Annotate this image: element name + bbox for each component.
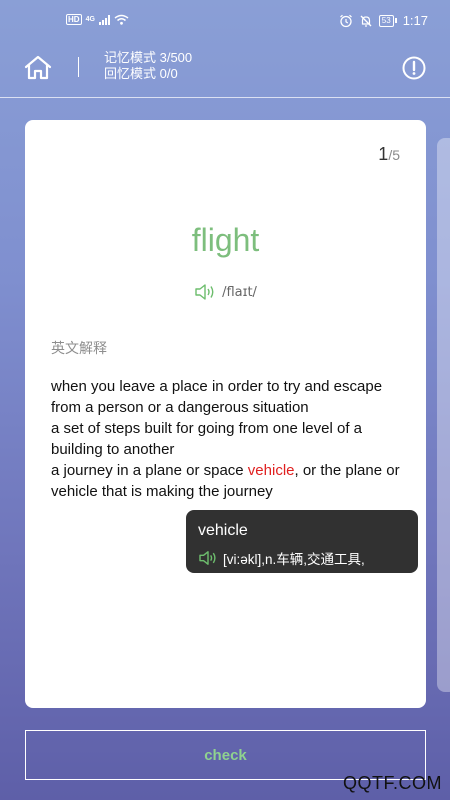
top-bar: 记忆模式 3/500 回忆模式 0/0 [0, 42, 450, 98]
headword: flight [191, 222, 260, 258]
counter-total: /5 [388, 147, 400, 163]
info-icon [402, 56, 426, 80]
highlighted-word[interactable]: vehicle [248, 462, 295, 479]
alarm-icon [339, 14, 352, 27]
popup-phonetic-meaning: [vi:əkl],n.车辆,交通工具, [223, 552, 365, 567]
home-icon [24, 55, 52, 80]
speaker-icon[interactable] [194, 283, 216, 301]
card-counter: 1/5 [378, 144, 400, 165]
info-button[interactable] [402, 56, 426, 80]
phonetic: /flaɪt/ [222, 284, 257, 300]
definition-1: when you leave a place in order to try a… [51, 378, 383, 416]
word-lookup-popup: vehicle [vi:əkl],n.车辆,交通工具, [186, 510, 418, 573]
pronunciation-row: /flaɪt/ [25, 283, 426, 301]
next-card-peek[interactable] [437, 138, 450, 692]
watermark: QQTF.COM [343, 773, 442, 793]
clock: 1:17 [402, 13, 428, 28]
status-indicators: HD 4G [66, 14, 129, 25]
home-button[interactable] [22, 54, 54, 82]
mode-progress: 记忆模式 3/500 回忆模式 0/0 [104, 50, 192, 82]
wifi-icon [114, 14, 129, 25]
battery-icon: 53 [378, 14, 397, 27]
definition-3: a journey in a plane or space vehicle, o… [51, 460, 406, 502]
status-bar: HD 4G 53 1:17 [0, 0, 450, 42]
popup-translation-row: [vi:əkl],n.车辆,交通工具, [198, 548, 365, 568]
check-button-label: check [204, 746, 247, 764]
definition-2: a set of steps built for going from one … [51, 420, 363, 458]
hd-icon: HD [66, 14, 82, 25]
signal-icon [98, 14, 110, 25]
word-card: 1/5 flight /flaɪt/ 英文解释 when you leave a… [25, 120, 426, 708]
mute-bell-icon [360, 15, 372, 27]
memory-mode-progress: 记忆模式 3/500 [104, 50, 193, 65]
popup-speaker-icon[interactable] [198, 550, 218, 566]
network-type: 4G [85, 15, 95, 23]
recall-mode-progress: 回忆模式 0/0 [104, 66, 178, 81]
battery-level: 53 [378, 14, 394, 27]
counter-current: 1 [378, 144, 389, 164]
popup-word: vehicle [198, 522, 248, 539]
header-divider [78, 57, 79, 77]
english-definition-label: 英文解释 [51, 340, 107, 356]
definitions: when you leave a place in order to try a… [51, 376, 406, 502]
status-right: 53 1:17 [339, 13, 428, 28]
definition-3-start: a journey in a plane or space [51, 462, 248, 479]
